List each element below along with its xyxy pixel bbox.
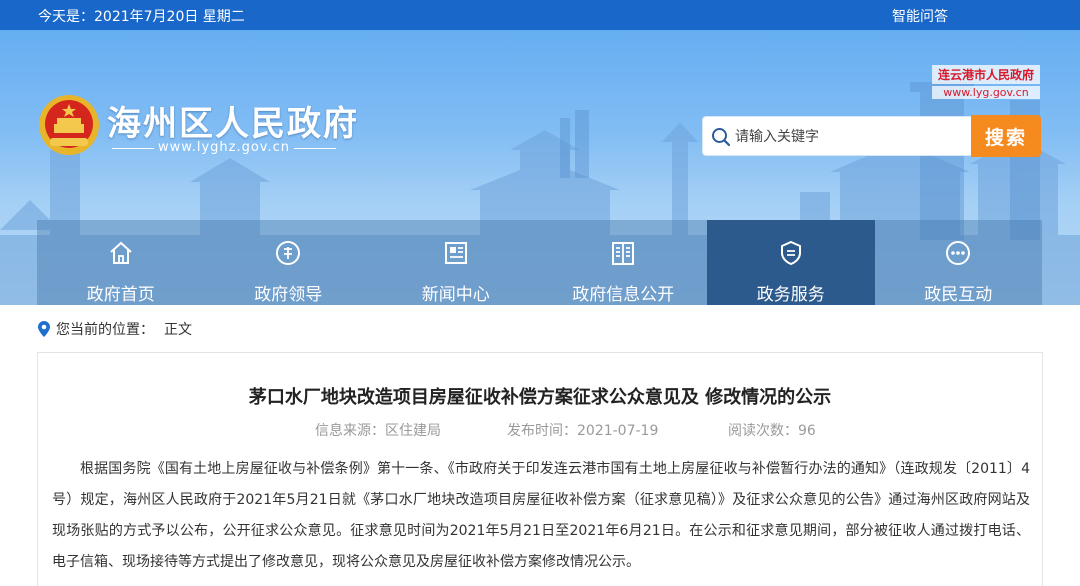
main-nav: 政府首页 政府领导 新闻中心 政府信息公开 政务服务 政民互动 (37, 220, 1042, 305)
nav-item-home[interactable]: 政府首页 (37, 220, 205, 305)
nav-label: 政民互动 (924, 285, 993, 305)
chat-icon (946, 241, 971, 265)
parent-site-name: 连云港市人民政府 (932, 65, 1040, 84)
article-publish-time: 发布时间：2021-07-19 (507, 423, 659, 439)
nav-item-leaders[interactable]: 政府领导 (205, 220, 373, 305)
article-title: 茅口水厂地块改造项目房屋征收补偿方案征求公众意见及 修改情况的公示 (248, 387, 832, 408)
nav-item-info-disclosure[interactable]: 政府信息公开 (540, 220, 708, 305)
top-bar: 今天是：2021年7月20日 星期二 智能问答 (0, 0, 1080, 30)
site-title: 海州区人民政府 (107, 104, 359, 144)
site-url: www.lyghz.gov.cn (112, 140, 336, 155)
shield-icon (780, 240, 801, 266)
nav-label: 新闻中心 (421, 285, 490, 305)
search-button[interactable]: 搜索 (971, 115, 1041, 157)
location-pin-icon (38, 321, 50, 337)
article-panel: 茅口水厂地块改造项目房屋征收补偿方案征求公众意见及 修改情况的公示 信息来源：区… (37, 352, 1043, 586)
smart-qa-link[interactable]: 智能问答 (892, 6, 948, 26)
current-date: 今天是：2021年7月20日 星期二 (38, 9, 245, 25)
nav-label: 政府首页 (86, 285, 155, 305)
nav-label: 政府信息公开 (572, 285, 675, 305)
nav-label: 政务服务 (756, 285, 825, 305)
news-icon (444, 242, 467, 264)
header-banner: 海州区人民政府 www.lyghz.gov.cn 连云港市人民政府 www.ly… (0, 30, 1080, 305)
parent-site-url: www.lyg.gov.cn (932, 86, 1040, 99)
nav-item-interaction[interactable]: 政民互动 (875, 220, 1043, 305)
nav-label: 政府领导 (254, 285, 323, 305)
national-emblem-icon (39, 95, 99, 155)
parent-site-link[interactable]: 连云港市人民政府 www.lyg.gov.cn (932, 65, 1040, 99)
book-icon (612, 242, 635, 265)
leader-icon (276, 241, 301, 265)
article-views: 阅读次数：96 (728, 423, 816, 439)
home-icon (110, 241, 132, 264)
search-icon (712, 128, 731, 147)
breadcrumb-prefix: 您当前的位置： (56, 322, 154, 338)
article-body: 根据国务院《国有土地上房屋征收与补偿条例》第十一条、《市政府关于印发连云港市国有… (52, 461, 1030, 570)
article-source: 信息来源：区住建局 (315, 423, 441, 439)
search-input[interactable] (735, 117, 971, 155)
breadcrumb-current: 正文 (164, 322, 192, 338)
nav-item-news[interactable]: 新闻中心 (372, 220, 540, 305)
breadcrumb: 您当前的位置： 正文 (38, 319, 192, 339)
nav-item-services[interactable]: 政务服务 (707, 220, 875, 305)
search-box (702, 116, 972, 156)
